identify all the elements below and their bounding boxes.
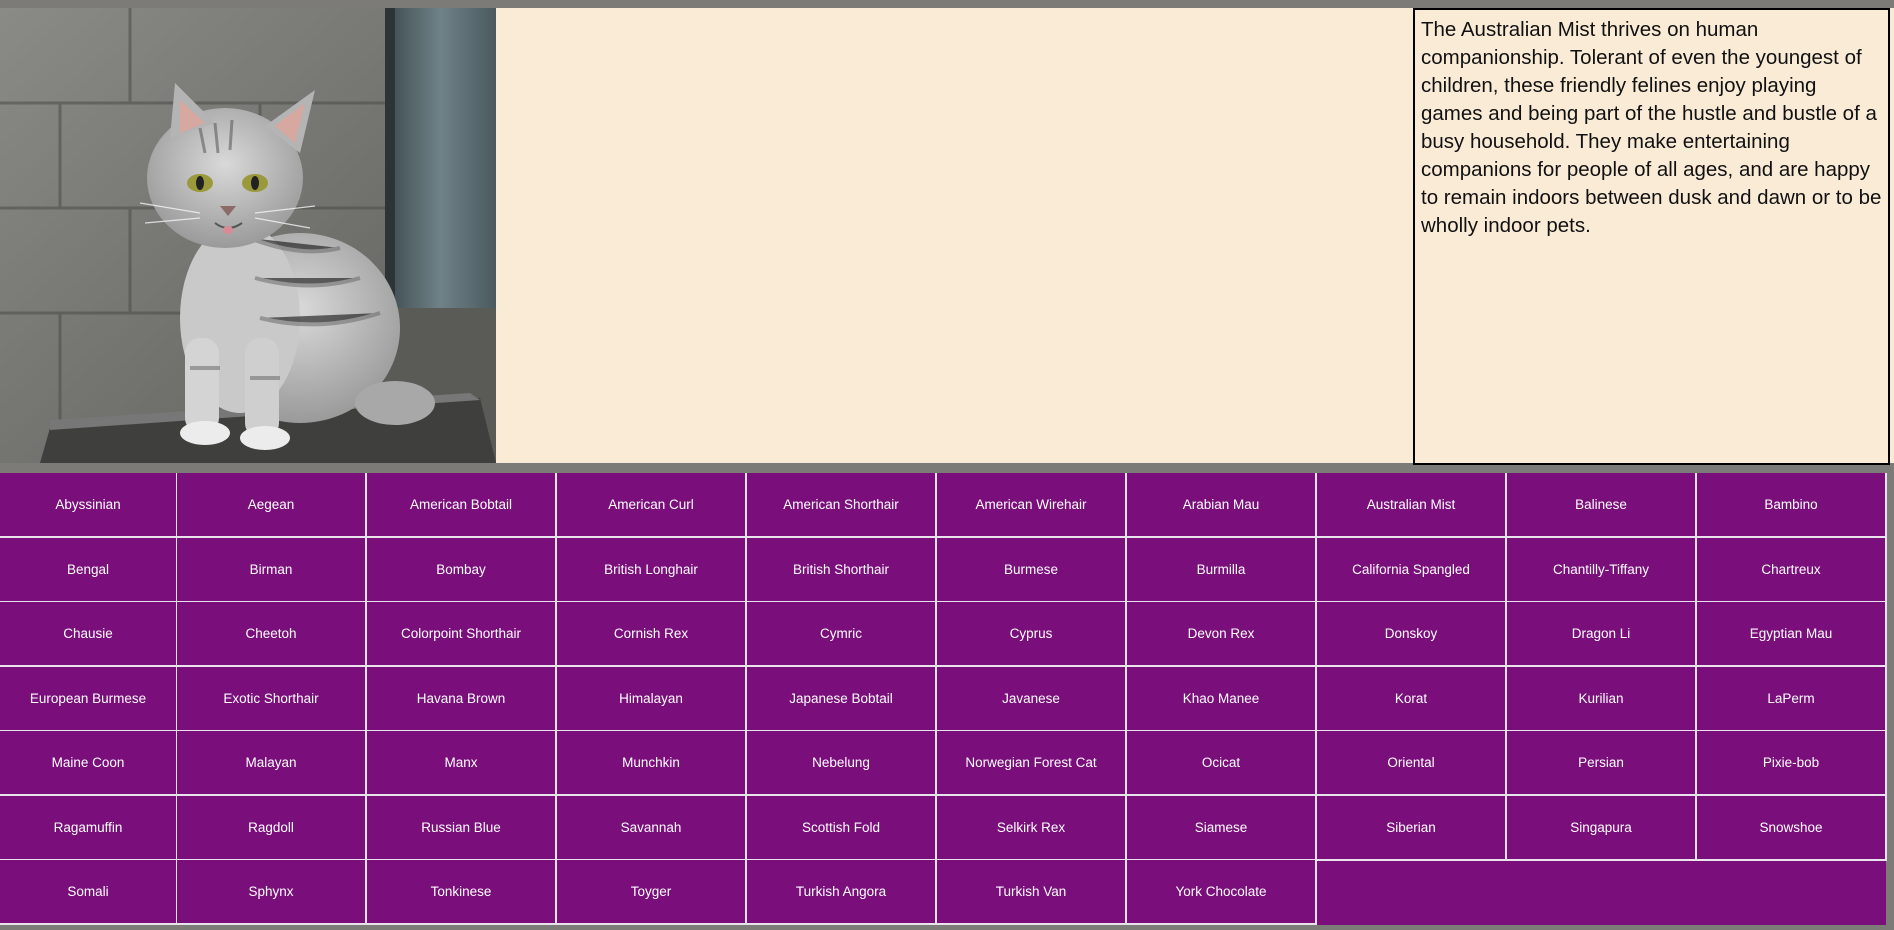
breed-button-balinese[interactable]: Balinese [1507, 473, 1697, 538]
breed-button-british-shorthair[interactable]: British Shorthair [747, 537, 937, 603]
breed-button-pixie-bob[interactable]: Pixie-bob [1697, 731, 1887, 796]
breed-button-chantilly-tiffany[interactable]: Chantilly-Tiffany [1507, 537, 1697, 603]
breed-button-european-burmese[interactable]: European Burmese [0, 666, 178, 732]
breed-button-cheetoh[interactable]: Cheetoh [177, 602, 367, 667]
breed-button-toyger[interactable]: Toyger [557, 860, 747, 925]
breed-button-somali[interactable]: Somali [0, 860, 178, 925]
breed-button-ragamuffin[interactable]: Ragamuffin [0, 795, 178, 861]
breed-button-american-bobtail[interactable]: American Bobtail [367, 473, 557, 538]
breed-description-box: The Australian Mist thrives on human com… [1413, 8, 1890, 465]
breed-button-kurilian[interactable]: Kurilian [1507, 666, 1697, 732]
breed-button-donskoy[interactable]: Donskoy [1317, 602, 1507, 667]
breed-button-arabian-mau[interactable]: Arabian Mau [1127, 473, 1317, 538]
breed-button-maine-coon[interactable]: Maine Coon [0, 731, 178, 796]
breed-button-ragdoll[interactable]: Ragdoll [177, 795, 367, 861]
cat-photo-illustration [0, 8, 496, 463]
breed-button-norwegian-forest-cat[interactable]: Norwegian Forest Cat [937, 731, 1127, 796]
breed-button-tonkinese[interactable]: Tonkinese [367, 860, 557, 925]
breed-button-british-longhair[interactable]: British Longhair [557, 537, 747, 603]
breed-button-nebelung[interactable]: Nebelung [747, 731, 937, 796]
breed-button-burmilla[interactable]: Burmilla [1127, 537, 1317, 603]
breed-button-siberian[interactable]: Siberian [1317, 795, 1507, 861]
breed-description-text: The Australian Mist thrives on human com… [1421, 18, 1882, 237]
breed-button-chausie[interactable]: Chausie [0, 602, 178, 667]
breed-button-himalayan[interactable]: Himalayan [557, 666, 747, 732]
breed-button-scottish-fold[interactable]: Scottish Fold [747, 795, 937, 861]
breed-button-sphynx[interactable]: Sphynx [177, 860, 367, 925]
breed-button-egyptian-mau[interactable]: Egyptian Mau [1697, 602, 1887, 667]
breed-detail-panel: The Australian Mist thrives on human com… [0, 8, 1894, 465]
breed-button-colorpoint-shorthair[interactable]: Colorpoint Shorthair [367, 602, 557, 667]
breed-button-havana-brown[interactable]: Havana Brown [367, 666, 557, 732]
breed-button-bambino[interactable]: Bambino [1697, 473, 1887, 538]
breed-button-abyssinian[interactable]: Abyssinian [0, 473, 178, 538]
breed-button-bengal[interactable]: Bengal [0, 537, 178, 603]
breed-button-siamese[interactable]: Siamese [1127, 795, 1317, 861]
breed-button-laperm[interactable]: LaPerm [1697, 666, 1887, 732]
breed-button-korat[interactable]: Korat [1317, 666, 1507, 732]
breed-button-turkish-angora[interactable]: Turkish Angora [747, 860, 937, 925]
breed-button-japanese-bobtail[interactable]: Japanese Bobtail [747, 666, 937, 732]
breed-button-javanese[interactable]: Javanese [937, 666, 1127, 732]
breed-button-cyprus[interactable]: Cyprus [937, 602, 1127, 667]
breed-button-aegean[interactable]: Aegean [177, 473, 367, 538]
breed-button-exotic-shorthair[interactable]: Exotic Shorthair [177, 666, 367, 732]
breed-button-manx[interactable]: Manx [367, 731, 557, 796]
breed-button-american-curl[interactable]: American Curl [557, 473, 747, 538]
breed-button-cymric[interactable]: Cymric [747, 602, 937, 667]
breed-button-russian-blue[interactable]: Russian Blue [367, 795, 557, 861]
breed-button-chartreux[interactable]: Chartreux [1697, 537, 1887, 603]
breed-button-snowshoe[interactable]: Snowshoe [1697, 795, 1887, 861]
breed-button-khao-manee[interactable]: Khao Manee [1127, 666, 1317, 732]
breed-button-burmese[interactable]: Burmese [937, 537, 1127, 603]
breed-button-devon-rex[interactable]: Devon Rex [1127, 602, 1317, 667]
breed-button-ocicat[interactable]: Ocicat [1127, 731, 1317, 796]
breed-button-american-shorthair[interactable]: American Shorthair [747, 473, 937, 538]
cat-photo [0, 8, 496, 463]
breed-button-york-chocolate[interactable]: York Chocolate [1127, 860, 1317, 925]
breed-button-american-wirehair[interactable]: American Wirehair [937, 473, 1127, 538]
breed-button-persian[interactable]: Persian [1507, 731, 1697, 796]
breed-button-birman[interactable]: Birman [177, 537, 367, 603]
breed-button-dragon-li[interactable]: Dragon Li [1507, 602, 1697, 667]
breed-button-bombay[interactable]: Bombay [367, 537, 557, 603]
breed-button-munchkin[interactable]: Munchkin [557, 731, 747, 796]
breed-button-selkirk-rex[interactable]: Selkirk Rex [937, 795, 1127, 861]
breed-button-cornish-rex[interactable]: Cornish Rex [557, 602, 747, 667]
breed-button-savannah[interactable]: Savannah [557, 795, 747, 861]
breed-grid: Abyssinian Aegean American Bobtail American… [0, 473, 1887, 925]
breed-button-australian-mist[interactable]: Australian Mist [1317, 473, 1507, 538]
breed-button-oriental[interactable]: Oriental [1317, 731, 1507, 796]
breed-button-singapura[interactable]: Singapura [1507, 795, 1697, 861]
breed-button-malayan[interactable]: Malayan [177, 731, 367, 796]
breed-button-turkish-van[interactable]: Turkish Van [937, 860, 1127, 925]
breed-button-california-spangled[interactable]: California Spangled [1317, 537, 1507, 603]
